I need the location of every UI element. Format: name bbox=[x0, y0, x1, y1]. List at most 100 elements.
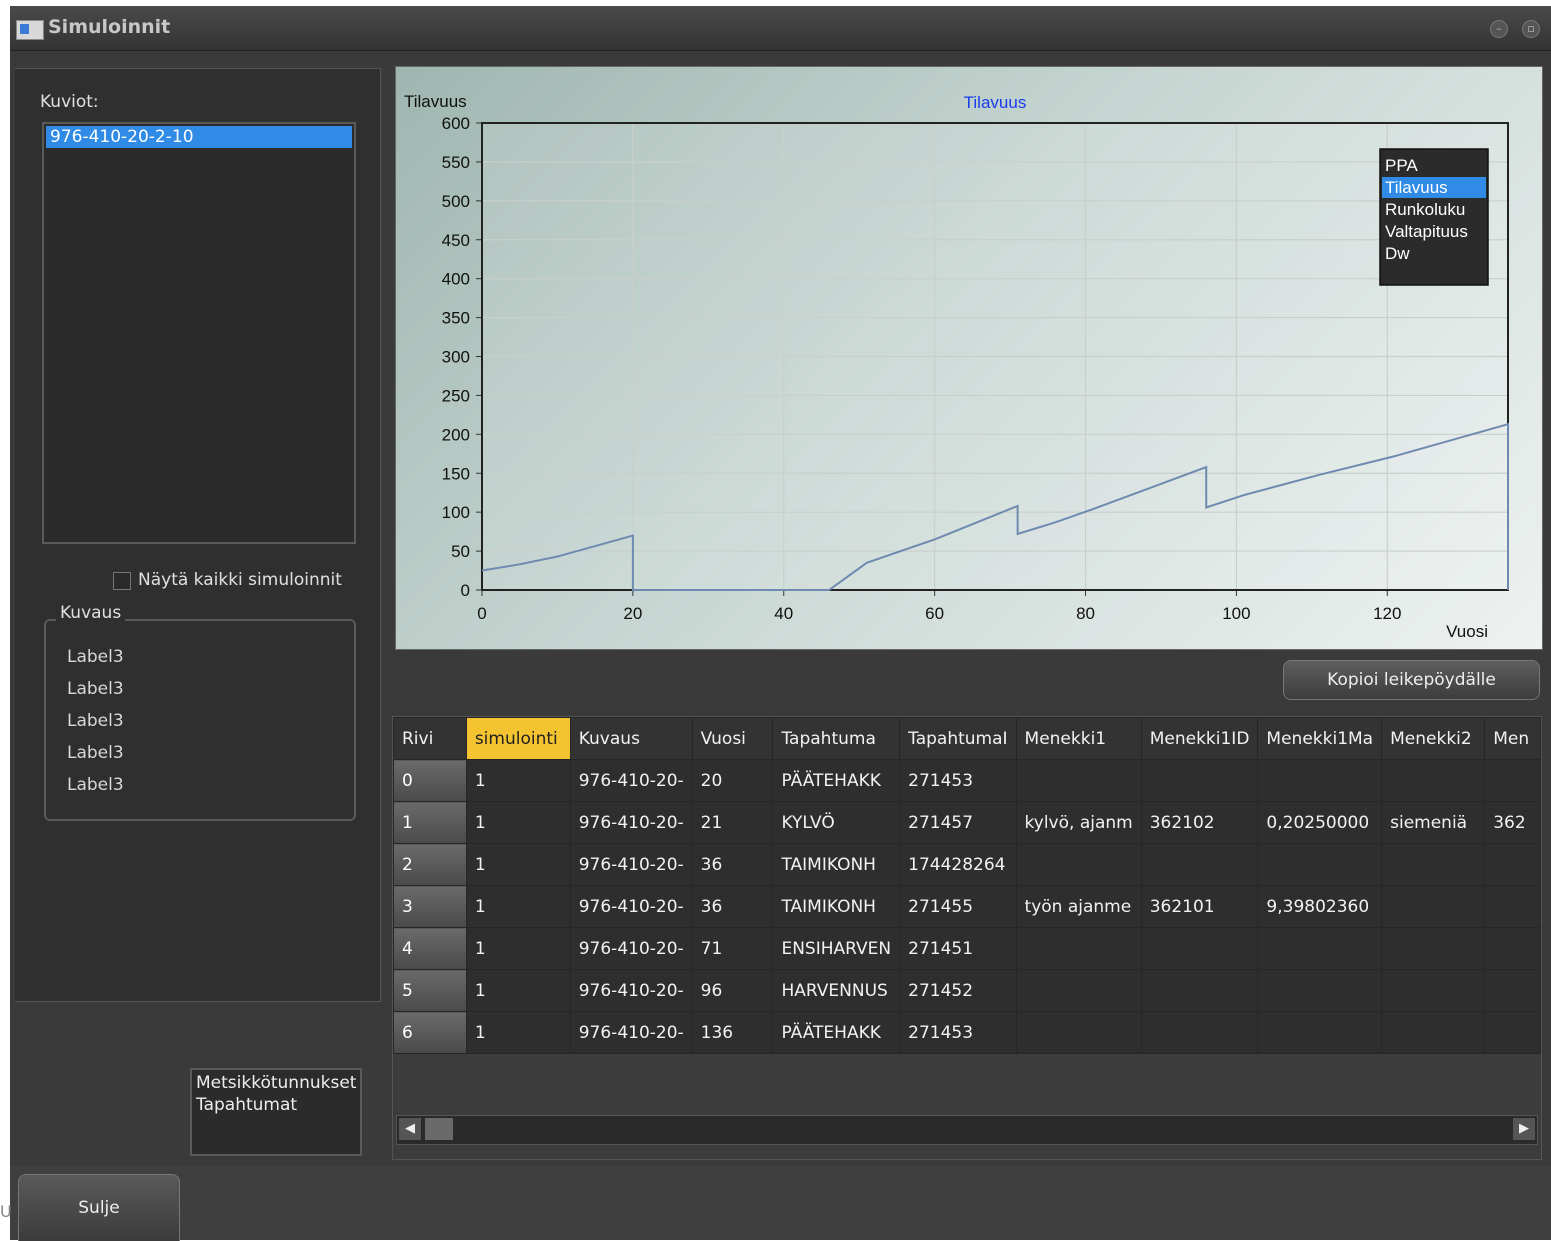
table-cell[interactable]: 976-410-20- bbox=[569, 759, 693, 802]
table-cell[interactable] bbox=[1015, 969, 1142, 1012]
column-header[interactable]: Vuosi bbox=[691, 717, 774, 760]
table-cell[interactable]: 271455 bbox=[899, 885, 1017, 928]
copy-to-clipboard-button[interactable]: Kopioi leikepöydälle bbox=[1283, 660, 1540, 700]
table-cell[interactable] bbox=[1484, 759, 1541, 802]
table-cell[interactable] bbox=[1015, 843, 1142, 886]
row-header[interactable]: 2 bbox=[393, 843, 467, 886]
table-cell[interactable]: KYLVÖ bbox=[772, 801, 901, 844]
table-cell[interactable]: 1 bbox=[465, 969, 571, 1012]
table-cell[interactable] bbox=[1015, 1011, 1142, 1054]
table-cell[interactable]: PÄÄTEHAKK bbox=[772, 759, 901, 802]
table-cell[interactable]: 71 bbox=[691, 927, 774, 970]
table-cell[interactable]: 9,39802360 bbox=[1257, 885, 1383, 928]
table-cell[interactable]: 271453 bbox=[899, 759, 1017, 802]
table-cell[interactable]: 36 bbox=[691, 843, 774, 886]
scroll-thumb[interactable] bbox=[425, 1118, 453, 1140]
row-header[interactable]: 3 bbox=[393, 885, 467, 928]
table-cell[interactable]: 1 bbox=[465, 759, 571, 802]
table-cell[interactable] bbox=[1257, 843, 1383, 886]
row-header[interactable]: 4 bbox=[393, 927, 467, 970]
table-row[interactable]: 5 1 976-410-20- 96 HARVENNUS 271452 bbox=[393, 969, 1541, 1012]
table-cell[interactable]: 174428264 bbox=[899, 843, 1017, 886]
table-cell[interactable] bbox=[1484, 885, 1541, 928]
table-row[interactable]: 6 1 976-410-20- 136 PÄÄTEHAKK 271453 bbox=[393, 1011, 1541, 1054]
table-cell[interactable]: 976-410-20- bbox=[569, 885, 693, 928]
table-cell[interactable]: 362101 bbox=[1140, 885, 1259, 928]
table-cell[interactable] bbox=[1484, 969, 1541, 1012]
table-cell[interactable] bbox=[1484, 1011, 1541, 1054]
table-cell[interactable] bbox=[1257, 927, 1383, 970]
table-cell[interactable]: 976-410-20- bbox=[569, 927, 693, 970]
column-header[interactable]: simulointi bbox=[465, 717, 571, 760]
table-cell[interactable]: 136 bbox=[691, 1011, 774, 1054]
table-cell[interactable]: 271457 bbox=[899, 801, 1017, 844]
table-cell[interactable]: 362102 bbox=[1140, 801, 1259, 844]
table-cell[interactable]: 976-410-20- bbox=[569, 969, 693, 1012]
table-row[interactable]: 0 1 976-410-20- 20 PÄÄTEHAKK 271453 bbox=[393, 759, 1541, 802]
column-header[interactable]: Menekki1 bbox=[1015, 717, 1142, 760]
column-header[interactable]: Menekki2 bbox=[1381, 717, 1486, 760]
table-cell[interactable]: TAIMIKONH bbox=[772, 843, 901, 886]
table-cell[interactable]: 271453 bbox=[899, 1011, 1017, 1054]
table-row[interactable]: 2 1 976-410-20- 36 TAIMIKONH 174428264 bbox=[393, 843, 1541, 886]
table-cell[interactable]: 21 bbox=[691, 801, 774, 844]
table-cell[interactable]: ENSIHARVEN bbox=[772, 927, 901, 970]
table-cell[interactable] bbox=[1484, 927, 1541, 970]
table-row[interactable]: 4 1 976-410-20- 71 ENSIHARVEN 271451 bbox=[393, 927, 1541, 970]
horizontal-scrollbar[interactable]: ◀ ▶ bbox=[396, 1115, 1538, 1145]
table-cell[interactable]: 976-410-20- bbox=[569, 801, 693, 844]
table-cell[interactable]: TAIMIKONH bbox=[772, 885, 901, 928]
column-header[interactable]: Menekki1Ma bbox=[1257, 717, 1383, 760]
minimize-icon[interactable]: – bbox=[1490, 20, 1508, 38]
info-listbox[interactable]: Metsikkötunnukset Tapahtumat bbox=[190, 1068, 362, 1156]
table-cell[interactable]: 1 bbox=[465, 843, 571, 886]
table-cell[interactable] bbox=[1381, 1011, 1486, 1054]
table-cell[interactable] bbox=[1257, 759, 1383, 802]
table-cell[interactable] bbox=[1140, 1011, 1259, 1054]
table-cell[interactable]: PÄÄTEHAKK bbox=[772, 1011, 901, 1054]
table-cell[interactable]: 271451 bbox=[899, 927, 1017, 970]
table-cell[interactable]: 1 bbox=[465, 927, 571, 970]
row-header[interactable]: 0 bbox=[393, 759, 467, 802]
table-cell[interactable] bbox=[1381, 885, 1486, 928]
close-button[interactable]: Sulje bbox=[18, 1174, 180, 1241]
table-cell[interactable]: HARVENNUS bbox=[772, 969, 901, 1012]
column-header[interactable]: Kuvaus bbox=[569, 717, 693, 760]
table-cell[interactable]: 36 bbox=[691, 885, 774, 928]
table-cell[interactable] bbox=[1140, 969, 1259, 1012]
table-cell[interactable]: 0,20250000 bbox=[1257, 801, 1383, 844]
table-cell[interactable]: 20 bbox=[691, 759, 774, 802]
table-cell[interactable] bbox=[1015, 759, 1142, 802]
show-all-checkbox[interactable] bbox=[113, 572, 131, 590]
events-table[interactable]: Rivi simulointi Kuvaus Vuosi Tapahtuma Tapaht… bbox=[392, 716, 1542, 1160]
table-cell[interactable]: 976-410-20- bbox=[569, 843, 693, 886]
column-header[interactable]: Men bbox=[1484, 717, 1541, 760]
column-header[interactable]: TapahtumaI bbox=[899, 717, 1017, 760]
column-header[interactable]: Menekki1ID bbox=[1140, 717, 1259, 760]
table-cell[interactable] bbox=[1257, 969, 1383, 1012]
table-cell[interactable] bbox=[1140, 759, 1259, 802]
table-cell[interactable]: 362 bbox=[1484, 801, 1541, 844]
table-cell[interactable] bbox=[1381, 927, 1486, 970]
row-header[interactable]: 6 bbox=[393, 1011, 467, 1054]
row-header[interactable]: 5 bbox=[393, 969, 467, 1012]
scroll-left-icon[interactable]: ◀ bbox=[399, 1118, 421, 1140]
table-cell[interactable] bbox=[1140, 843, 1259, 886]
maximize-icon[interactable]: ▫ bbox=[1522, 20, 1540, 38]
table-cell[interactable]: työn ajanme bbox=[1015, 885, 1142, 928]
table-cell[interactable]: 1 bbox=[465, 885, 571, 928]
table-cell[interactable] bbox=[1257, 1011, 1383, 1054]
table-cell[interactable]: 271452 bbox=[899, 969, 1017, 1012]
table-cell[interactable]: 1 bbox=[465, 801, 571, 844]
table-cell[interactable] bbox=[1381, 759, 1486, 802]
table-cell[interactable]: 1 bbox=[465, 1011, 571, 1054]
table-cell[interactable]: 976-410-20- bbox=[569, 1011, 693, 1054]
column-header[interactable]: Rivi bbox=[393, 717, 467, 760]
table-cell[interactable] bbox=[1381, 969, 1486, 1012]
table-cell[interactable] bbox=[1015, 927, 1142, 970]
table-row[interactable]: 3 1 976-410-20- 36 TAIMIKONH 271455 työn ajanm… bbox=[393, 885, 1541, 928]
table-cell[interactable] bbox=[1484, 843, 1541, 886]
kuviot-list[interactable]: 976-410-20-2-10 bbox=[42, 122, 356, 544]
table-cell[interactable] bbox=[1140, 927, 1259, 970]
table-cell[interactable] bbox=[1381, 843, 1486, 886]
